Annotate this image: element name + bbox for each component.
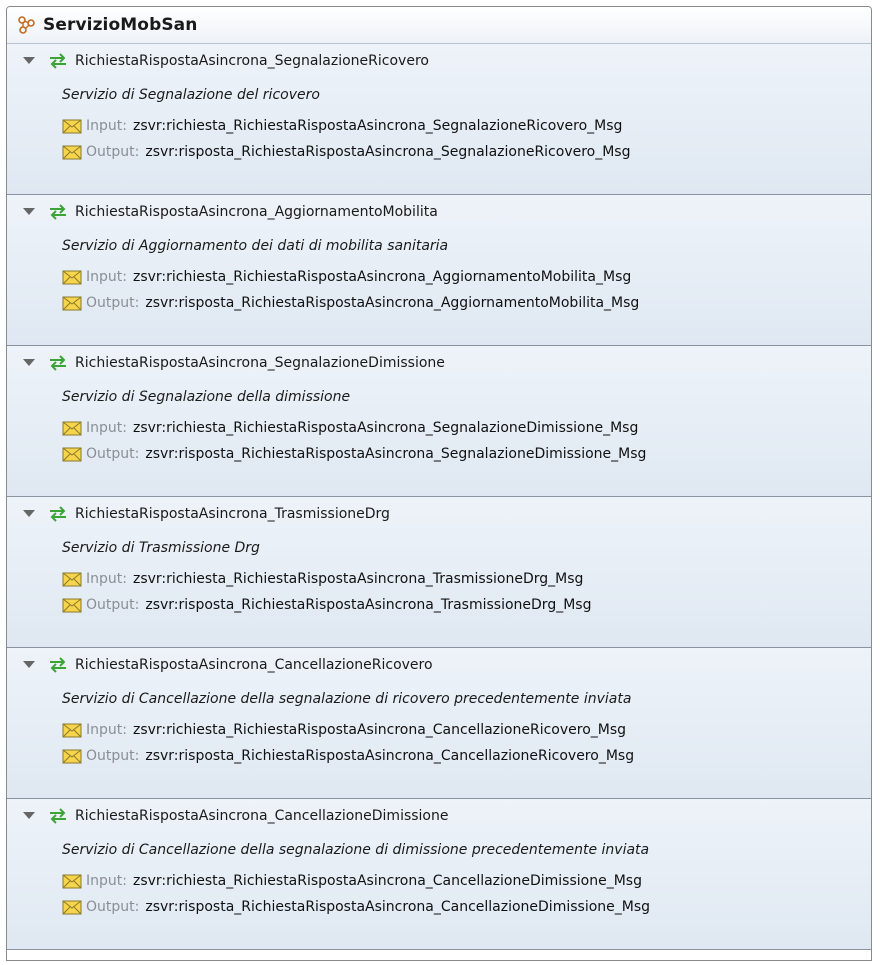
input-message-row[interactable]: Input: zsvr:richiesta_RichiestaRispostaA…	[7, 868, 871, 894]
output-message-row[interactable]: Output: zsvr:risposta_RichiestaRispostaA…	[7, 894, 871, 920]
request-response-icon	[49, 656, 67, 673]
input-label: Input:	[86, 571, 127, 587]
envelope-icon	[62, 447, 82, 462]
output-message-row[interactable]: Output: zsvr:risposta_RichiestaRispostaA…	[7, 743, 871, 769]
request-response-icon	[49, 52, 67, 69]
output-message-row[interactable]: Output: zsvr:risposta_RichiestaRispostaA…	[7, 290, 871, 316]
input-message: zsvr:richiesta_RichiestaRispostaAsincron…	[132, 722, 627, 738]
input-message-row[interactable]: Input: zsvr:richiesta_RichiestaRispostaA…	[7, 566, 871, 592]
output-message: zsvr:risposta_RichiestaRispostaAsincrona…	[145, 597, 592, 613]
operation-name: RichiestaRispostaAsincrona_SegnalazioneR…	[75, 52, 429, 69]
output-message-row[interactable]: Output: zsvr:risposta_RichiestaRispostaA…	[7, 592, 871, 618]
envelope-icon	[62, 723, 82, 738]
operations-list: RichiestaRispostaAsincrona_SegnalazioneR…	[7, 44, 871, 950]
envelope-icon	[62, 874, 82, 889]
expand-triangle-icon[interactable]	[23, 510, 35, 517]
envelope-icon	[62, 270, 82, 285]
expand-triangle-icon[interactable]	[23, 812, 35, 819]
service-title: ServizioMobSan	[43, 15, 198, 35]
input-label: Input:	[86, 269, 127, 285]
input-label: Input:	[86, 420, 127, 436]
operation: RichiestaRispostaAsincrona_Cancellazione…	[7, 799, 871, 950]
envelope-icon	[62, 572, 82, 587]
output-message-row[interactable]: Output: zsvr:risposta_RichiestaRispostaA…	[7, 139, 871, 165]
output-label: Output:	[86, 144, 140, 160]
operation-header[interactable]: RichiestaRispostaAsincrona_Aggiornamento…	[7, 195, 871, 228]
input-message-row[interactable]: Input: zsvr:richiesta_RichiestaRispostaA…	[7, 264, 871, 290]
operation-header[interactable]: RichiestaRispostaAsincrona_Cancellazione…	[7, 648, 871, 681]
input-message-row[interactable]: Input: zsvr:richiesta_RichiestaRispostaA…	[7, 415, 871, 441]
operation-name: RichiestaRispostaAsincrona_TrasmissioneD…	[75, 505, 390, 522]
input-message: zsvr:richiesta_RichiestaRispostaAsincron…	[132, 118, 623, 134]
output-label: Output:	[86, 295, 140, 311]
output-message-row[interactable]: Output: zsvr:risposta_RichiestaRispostaA…	[7, 441, 871, 467]
input-message: zsvr:richiesta_RichiestaRispostaAsincron…	[132, 269, 632, 285]
input-label: Input:	[86, 873, 127, 889]
envelope-icon	[62, 900, 82, 915]
input-message: zsvr:richiesta_RichiestaRispostaAsincron…	[132, 873, 642, 889]
operation-description: Servizio di Cancellazione della segnalaz…	[62, 691, 632, 707]
operation-header[interactable]: RichiestaRispostaAsincrona_SegnalazioneR…	[7, 44, 871, 77]
operation-description: Servizio di Cancellazione della segnalaz…	[62, 842, 650, 858]
operation-header[interactable]: RichiestaRispostaAsincrona_TrasmissioneD…	[7, 497, 871, 530]
operation-name: RichiestaRispostaAsincrona_SegnalazioneD…	[75, 354, 445, 371]
input-message: zsvr:richiesta_RichiestaRispostaAsincron…	[132, 571, 584, 587]
request-response-icon	[49, 505, 67, 522]
envelope-icon	[62, 296, 82, 311]
output-label: Output:	[86, 899, 140, 915]
operation-header[interactable]: RichiestaRispostaAsincrona_Cancellazione…	[7, 799, 871, 832]
output-message: zsvr:risposta_RichiestaRispostaAsincrona…	[145, 144, 631, 160]
input-label: Input:	[86, 722, 127, 738]
operation: RichiestaRispostaAsincrona_Aggiornamento…	[7, 195, 871, 346]
request-response-icon	[49, 807, 67, 824]
service-panel: ServizioMobSan RichiestaRispostaAsincron…	[6, 6, 872, 961]
request-response-icon	[49, 203, 67, 220]
output-label: Output:	[86, 748, 140, 764]
expand-triangle-icon[interactable]	[23, 57, 35, 64]
output-message: zsvr:risposta_RichiestaRispostaAsincrona…	[145, 446, 647, 462]
operation-description: Servizio di Segnalazione del ricovero	[62, 87, 320, 103]
envelope-icon	[62, 598, 82, 613]
operation-description: Servizio di Trasmissione Drg	[62, 540, 260, 556]
expand-triangle-icon[interactable]	[23, 359, 35, 366]
operation-name: RichiestaRispostaAsincrona_Cancellazione…	[75, 656, 433, 673]
service-header[interactable]: ServizioMobSan	[7, 7, 871, 44]
output-label: Output:	[86, 446, 140, 462]
operation-name: RichiestaRispostaAsincrona_Cancellazione…	[75, 807, 449, 824]
operation: RichiestaRispostaAsincrona_SegnalazioneR…	[7, 44, 871, 195]
service-icon	[17, 15, 37, 35]
operation-description: Servizio di Segnalazione della dimission…	[62, 389, 351, 405]
output-label: Output:	[86, 597, 140, 613]
operation: RichiestaRispostaAsincrona_TrasmissioneD…	[7, 497, 871, 648]
input-label: Input:	[86, 118, 127, 134]
input-message: zsvr:richiesta_RichiestaRispostaAsincron…	[132, 420, 639, 436]
envelope-icon	[62, 145, 82, 160]
envelope-icon	[62, 421, 82, 436]
operation: RichiestaRispostaAsincrona_Cancellazione…	[7, 648, 871, 799]
input-message-row[interactable]: Input: zsvr:richiesta_RichiestaRispostaA…	[7, 113, 871, 139]
expand-triangle-icon[interactable]	[23, 661, 35, 668]
input-message-row[interactable]: Input: zsvr:richiesta_RichiestaRispostaA…	[7, 717, 871, 743]
request-response-icon	[49, 354, 67, 371]
expand-triangle-icon[interactable]	[23, 208, 35, 215]
output-message: zsvr:risposta_RichiestaRispostaAsincrona…	[145, 899, 651, 915]
envelope-icon	[62, 119, 82, 134]
operation-description: Servizio di Aggiornamento dei dati di mo…	[62, 238, 449, 254]
envelope-icon	[62, 749, 82, 764]
operation-name: RichiestaRispostaAsincrona_Aggiornamento…	[75, 203, 438, 220]
operation-header[interactable]: RichiestaRispostaAsincrona_SegnalazioneD…	[7, 346, 871, 379]
operation: RichiestaRispostaAsincrona_SegnalazioneD…	[7, 346, 871, 497]
output-message: zsvr:risposta_RichiestaRispostaAsincrona…	[145, 295, 640, 311]
output-message: zsvr:risposta_RichiestaRispostaAsincrona…	[145, 748, 635, 764]
